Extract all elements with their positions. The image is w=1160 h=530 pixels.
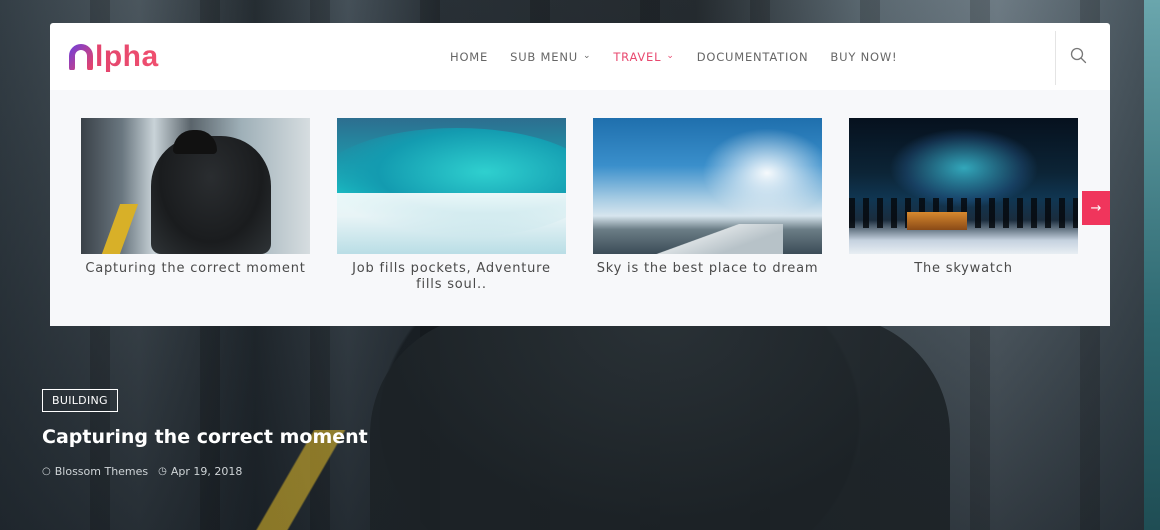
logo-mark-icon	[69, 44, 93, 70]
chevron-down-icon: ⌄	[666, 50, 675, 61]
nav-home-label: HOME	[450, 49, 489, 64]
card-title[interactable]: Capturing the correct moment	[81, 261, 310, 277]
mega-menu-card[interactable]: Sky is the best place to dream	[593, 118, 822, 293]
photographer-cap	[173, 130, 217, 154]
card-thumbnail-sky-mountain[interactable]	[593, 118, 822, 254]
lit-cabin	[907, 212, 967, 230]
clock-icon: ◷	[158, 466, 167, 477]
nav-sub-menu-label: SUB MENU	[510, 49, 578, 64]
hero-post-title[interactable]: Capturing the correct moment	[42, 426, 368, 448]
nav-sub-menu[interactable]: SUB MENU ⌄	[510, 50, 591, 64]
card-thumbnail-surfer-wave[interactable]	[337, 118, 566, 254]
header-divider	[1055, 31, 1056, 85]
nav-buy-now[interactable]: BUY NOW!	[830, 50, 897, 64]
hero-person-silhouette	[370, 315, 950, 530]
post-date[interactable]: ◷ Apr 19, 2018	[158, 465, 242, 478]
card-title[interactable]: Sky is the best place to dream	[593, 261, 822, 277]
nav-documentation-label: DOCUMENTATION	[696, 49, 809, 64]
nav-documentation[interactable]: DOCUMENTATION	[697, 50, 809, 64]
card-thumbnail-photographer[interactable]	[81, 118, 310, 254]
mega-menu-cards: Capturing the correct moment Job fills p…	[81, 118, 1105, 293]
post-meta: ○ Blossom Themes ◷ Apr 19, 2018	[42, 465, 252, 478]
arrow-right-icon: →	[1090, 200, 1102, 216]
travel-mega-menu: Capturing the correct moment Job fills p…	[50, 90, 1110, 326]
carousel-next-button[interactable]: →	[1082, 191, 1110, 225]
mega-menu-card[interactable]: Job fills pockets, Adventure fills soul.…	[337, 118, 566, 293]
category-tag[interactable]: BUILDING	[42, 389, 118, 412]
site-logo[interactable]: lpha	[68, 37, 159, 77]
nav-home[interactable]: HOME	[450, 50, 488, 64]
search-button[interactable]	[1068, 45, 1090, 67]
nav-travel[interactable]: TRAVEL ⌄	[613, 50, 674, 64]
card-thumbnail-aurora-cabin[interactable]	[849, 118, 1078, 254]
chevron-down-icon: ⌄	[582, 50, 592, 61]
aurora-glow	[889, 128, 1039, 208]
card-title[interactable]: Job fills pockets, Adventure fills soul.…	[337, 261, 566, 293]
post-author[interactable]: ○ Blossom Themes	[42, 465, 148, 478]
mega-menu-card[interactable]: Capturing the correct moment	[81, 118, 310, 293]
site-header: lpha HOME SUB MENU ⌄ TRAVEL ⌄ DOCUMENTAT…	[50, 23, 1110, 90]
user-icon: ○	[42, 466, 51, 477]
cloud-shape	[702, 128, 822, 218]
nav-buy-now-label: BUY NOW!	[830, 49, 898, 64]
main-navigation: HOME SUB MENU ⌄ TRAVEL ⌄ DOCUMENTATION B…	[450, 23, 919, 90]
platform-stripe	[101, 204, 139, 254]
mega-menu-card[interactable]: The skywatch	[849, 118, 1078, 293]
logo-text: lpha	[95, 40, 159, 73]
mountain-ridge	[653, 224, 783, 254]
date-text: Apr 19, 2018	[170, 465, 243, 478]
adjacent-slide-strip	[1144, 0, 1160, 530]
wave-foam	[337, 193, 566, 254]
card-title[interactable]: The skywatch	[849, 261, 1078, 277]
search-icon	[1070, 47, 1087, 64]
author-name: Blossom Themes	[54, 465, 149, 478]
nav-travel-label: TRAVEL	[613, 49, 662, 64]
